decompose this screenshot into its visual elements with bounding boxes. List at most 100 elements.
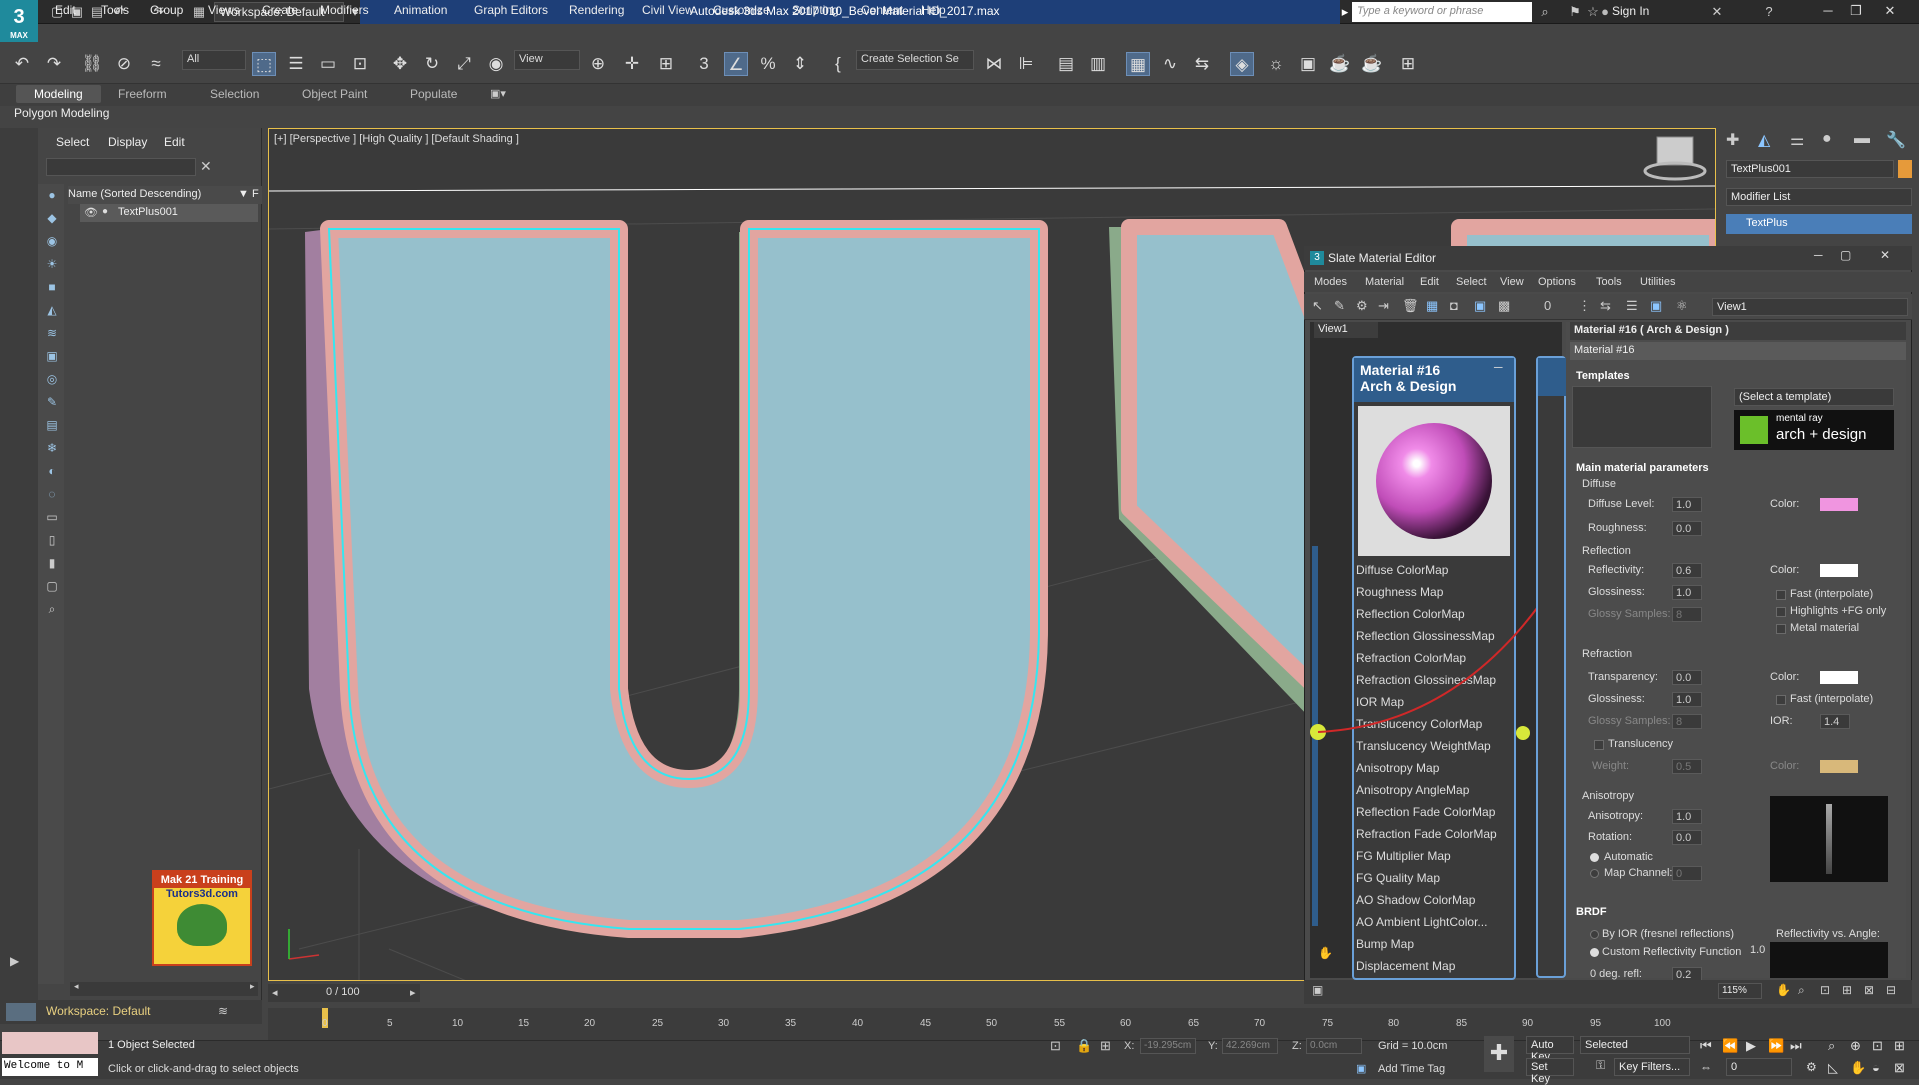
slate-pan-to-icon[interactable]: ⊟ (1886, 983, 1896, 997)
add-time-tag[interactable]: Add Time Tag (1378, 1063, 1445, 1075)
slate-zoom-selected-icon[interactable]: ⊠ (1864, 983, 1874, 997)
template-select-dropdown[interactable]: (Select a template) (1734, 388, 1894, 406)
menu-graph-editors[interactable]: Graph Editors (474, 3, 548, 17)
tab-freeform[interactable]: Freeform (118, 87, 167, 101)
filter-icon[interactable]: ▮ (44, 556, 60, 572)
visibility-eye-icon[interactable]: 👁 (84, 206, 98, 219)
align-icon[interactable]: ⊫ (1014, 52, 1038, 76)
isolate-selection-icon[interactable]: ⊡ (1050, 1038, 1061, 1054)
reference-coordinate-dropdown[interactable]: View (514, 50, 580, 70)
templates-rollout-title[interactable]: Templates (1576, 370, 1630, 382)
previous-frame-icon[interactable]: ⏪ (1722, 1038, 1738, 1054)
slate-background-icon[interactable]: ▩ (1498, 298, 1510, 314)
slate-menu-utilities[interactable]: Utilities (1640, 276, 1675, 288)
reflectivity-spinner[interactable]: 0.6 (1672, 563, 1702, 578)
expand-panel-icon[interactable]: ▶ (10, 954, 19, 968)
scene-tab-edit[interactable]: Edit (164, 135, 185, 149)
maximize-button[interactable]: ❐ (1842, 0, 1870, 22)
slate-assign-icon[interactable]: ⇥ (1378, 298, 1389, 314)
slot-anisotropy-map[interactable]: Anisotropy Map (1356, 761, 1512, 779)
display-geometry-icon[interactable]: ◆ (44, 211, 60, 227)
layers-icon[interactable]: ≋ (218, 1004, 228, 1018)
selection-filter-dropdown[interactable]: All (182, 50, 246, 70)
slate-zoom-extents-icon[interactable]: ⊞ (1842, 983, 1852, 997)
slot-translucency-weightmap[interactable]: Translucency WeightMap (1356, 739, 1512, 757)
selection-lock-icon[interactable]: 🔒 (1076, 1038, 1092, 1054)
snaps-toggle-icon[interactable]: 3 (692, 52, 716, 76)
slate-menu-tools[interactable]: Tools (1596, 276, 1622, 288)
custom-reflectivity-radio[interactable] (1590, 948, 1599, 957)
object-name-field[interactable]: TextPlus001 (1726, 160, 1894, 178)
slate-menu-options[interactable]: Options (1538, 276, 1576, 288)
slate-nav-icon[interactable]: ▣ (1312, 983, 1323, 997)
display-lights-icon[interactable]: ☀ (44, 257, 60, 273)
keyboard-shortcut-icon[interactable]: ⊞ (654, 52, 678, 76)
viewport-label[interactable]: [+] [Perspective ] [High Quality ] [Defa… (274, 133, 519, 145)
placement-icon[interactable]: ◉ (484, 52, 508, 76)
diffuse-color-swatch[interactable] (1820, 498, 1858, 511)
modifier-stack-item[interactable]: TextPlus (1726, 214, 1912, 234)
column-header-label[interactable]: Name (Sorted Descending) (68, 188, 201, 200)
translucency-weight-spinner[interactable]: 0.5 (1672, 759, 1702, 774)
slate-zoom-region-icon[interactable]: ⊡ (1820, 983, 1830, 997)
material-editor-icon[interactable]: ◈ (1230, 52, 1254, 76)
menu-customize[interactable]: Customize (713, 3, 770, 17)
rotate-icon[interactable]: ↻ (420, 52, 444, 76)
angle-snap-icon[interactable]: ∠ (724, 52, 748, 76)
slate-zoom-dropdown[interactable]: 115% (1718, 983, 1762, 999)
material-node-header[interactable]: Material #16 Arch & Design (1354, 358, 1514, 402)
utilities-panel-icon[interactable]: 🔧 (1886, 130, 1906, 150)
menu-edit[interactable]: Edit (55, 3, 76, 17)
project-icon[interactable]: ▦ (190, 3, 208, 21)
modify-panel-icon[interactable]: ◭ (1758, 130, 1770, 150)
display-all-icon[interactable]: ◌ (44, 487, 60, 503)
slate-put-to-scene-icon[interactable]: ⚙ (1356, 298, 1368, 314)
close-button[interactable]: ✕ (1876, 0, 1904, 22)
display-spacewarps-icon[interactable]: ≋ (44, 326, 60, 342)
render-iterative-icon[interactable]: ☕ (1360, 52, 1384, 76)
slate-close-button[interactable]: ✕ (1880, 248, 1890, 262)
scroll-right-icon[interactable]: ▸ (250, 981, 255, 992)
menu-animation[interactable]: Animation (394, 3, 447, 17)
toggle-ribbon-icon[interactable]: ▥ (1086, 52, 1110, 76)
go-to-end-icon[interactable]: ⏭ (1790, 1038, 1802, 1054)
redo-icon[interactable]: ↷ (42, 52, 66, 76)
percent-snap-icon[interactable]: % (756, 52, 780, 76)
bind-spacewarp-icon[interactable]: ≈ (144, 52, 168, 76)
auto-key-button[interactable]: Auto Key (1526, 1036, 1574, 1063)
map-channel-spinner[interactable]: 0 (1672, 866, 1702, 881)
slate-select-icon[interactable]: ↖ (1312, 298, 1323, 314)
select-by-name-icon[interactable]: ☰ (284, 52, 308, 76)
slot-refraction-fade-colormap[interactable]: Refraction Fade ColorMap (1356, 827, 1512, 845)
slate-parameter-editor-icon[interactable]: ▣ (1650, 298, 1662, 314)
key-mode-toggle-icon[interactable]: ⇔ (1700, 1060, 1712, 1074)
subscription-icon[interactable]: ⚑ (1566, 3, 1584, 21)
undo-icon[interactable]: ↶ (10, 52, 34, 76)
main-params-title[interactable]: Main material parameters (1576, 462, 1709, 474)
by-ior-radio[interactable] (1590, 930, 1599, 939)
go-to-start-icon[interactable]: ⏮ (1700, 1038, 1712, 1054)
select-children-icon[interactable]: ▢ (44, 579, 60, 595)
current-frame-field[interactable]: 0 (1726, 1058, 1792, 1076)
slate-layout-children-icon[interactable]: ⇆ (1600, 298, 1611, 314)
slate-hand-icon[interactable]: ✋ (1776, 983, 1791, 997)
invert-display-icon[interactable]: ▯ (44, 533, 60, 549)
display-xrefs-icon[interactable]: ◎ (44, 372, 60, 388)
refl-fast-interpolate-checkbox[interactable] (1776, 590, 1786, 600)
z-coordinate[interactable]: 0.0cm (1306, 1038, 1362, 1054)
display-cameras-icon[interactable]: ■ (44, 280, 60, 296)
scene-search-input[interactable] (46, 158, 196, 176)
search-arrow-icon[interactable]: ▸ (1338, 3, 1352, 21)
y-coordinate[interactable]: 42.269cm (1222, 1038, 1278, 1054)
display-hidden-icon[interactable]: ◐ (44, 464, 60, 480)
binoculars-icon[interactable]: ⌕ (1536, 3, 1554, 21)
templates-list[interactable] (1572, 386, 1712, 448)
field-of-view-icon[interactable]: ◺ (1828, 1060, 1838, 1076)
render-production-icon[interactable]: ☕ (1328, 52, 1352, 76)
workspace-status[interactable]: Workspace: Default (46, 1004, 151, 1018)
metal-material-checkbox[interactable] (1776, 624, 1786, 634)
unlink-icon[interactable]: ⊘ (112, 52, 136, 76)
menu-modifiers[interactable]: Modifiers (320, 3, 369, 17)
motion-panel-icon[interactable]: ● (1822, 130, 1832, 148)
refr-glossy-samples-spinner[interactable]: 8 (1672, 714, 1702, 729)
